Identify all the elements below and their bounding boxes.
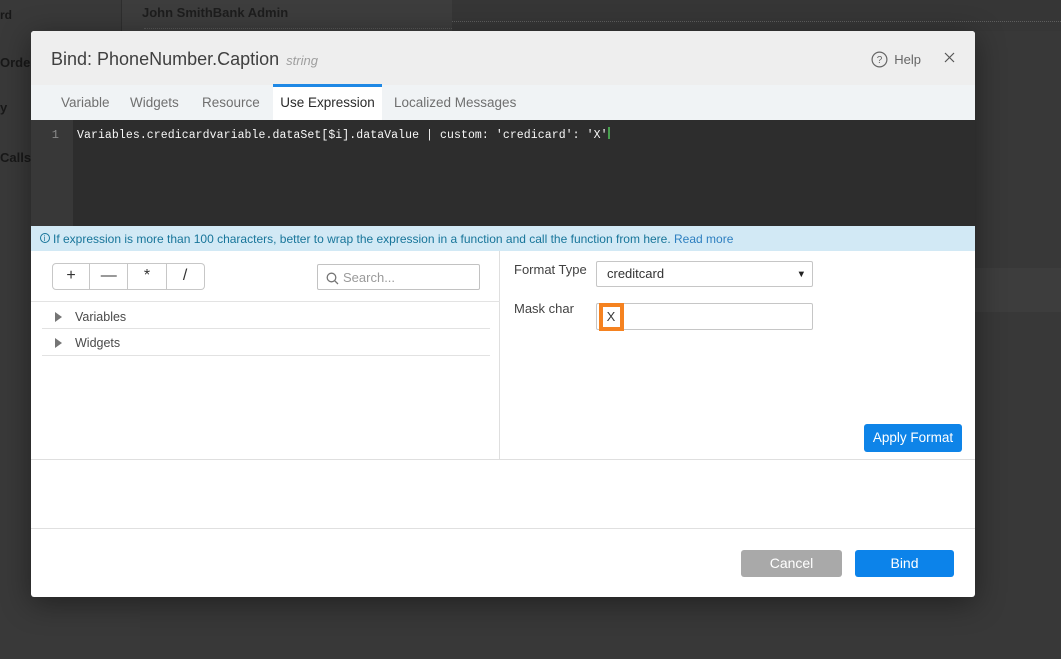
svg-text:?: ? [877, 55, 883, 66]
